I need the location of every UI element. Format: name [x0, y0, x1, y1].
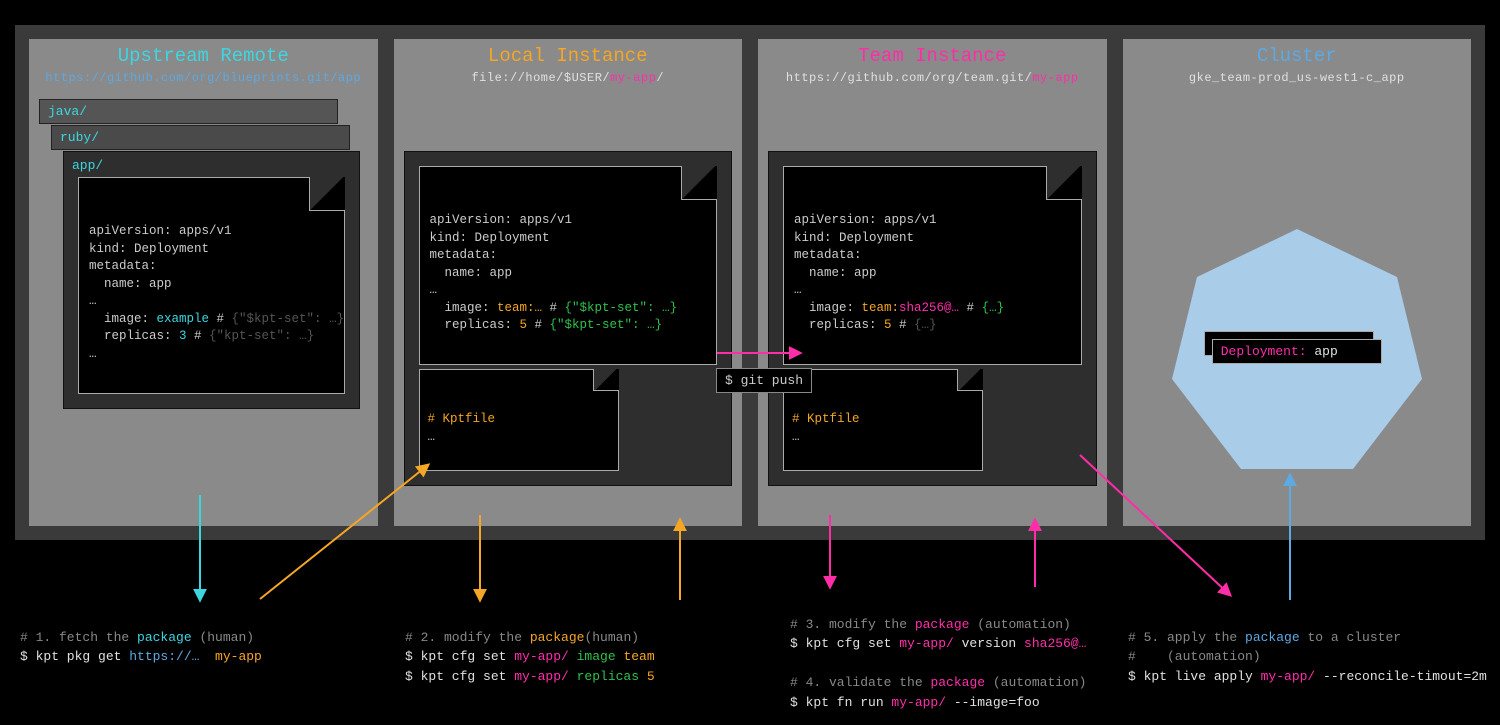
yaml-file-team: apiVersion: apps/v1 kind: Deployment met… [783, 166, 1082, 365]
page-fold-icon [957, 369, 983, 391]
panel-title: Team Instance [758, 45, 1107, 67]
page-fold-icon [593, 369, 619, 391]
yaml-file-upstream: apiVersion: apps/v1 kind: Deployment met… [78, 177, 345, 394]
git-push-label: $ git push [716, 368, 812, 393]
folder-team: apiVersion: apps/v1 kind: Deployment met… [768, 151, 1097, 486]
panel-subtitle: file://home/$USER/my-app/ [394, 71, 743, 85]
folder-stack: java/ ruby/ app/ apiVersion: apps/v1 kin… [39, 99, 368, 439]
folder-name: app/ [72, 158, 351, 173]
panel-title: Local Instance [394, 45, 743, 67]
panel-subtitle: https://github.com/org/blueprints.git/ap… [29, 71, 378, 85]
panel-team: Team Instance https://github.com/org/tea… [758, 39, 1107, 526]
panel-upstream: Upstream Remote https://github.com/org/b… [29, 39, 378, 526]
panel-header-cluster: Cluster gke_team-prod_us-west1-c_app [1123, 39, 1472, 91]
page-fold-icon [1046, 166, 1082, 200]
yaml-file-local: apiVersion: apps/v1 kind: Deployment met… [419, 166, 718, 365]
panel-title: Upstream Remote [29, 45, 378, 67]
panel-subtitle: gke_team-prod_us-west1-c_app [1123, 71, 1472, 85]
deployment-label: Deployment: app [1212, 339, 1382, 364]
diagram-row: Upstream Remote https://github.com/org/b… [15, 25, 1485, 540]
panel-subtitle: https://github.com/org/team.git/my-app [758, 71, 1107, 85]
page-fold-icon [309, 177, 345, 211]
layer-ruby: ruby/ [51, 125, 350, 150]
folder-app: app/ apiVersion: apps/v1 kind: Deploymen… [63, 151, 360, 409]
panel-title: Cluster [1123, 45, 1472, 67]
panel-header-team: Team Instance https://github.com/org/tea… [758, 39, 1107, 91]
panel-local: Local Instance file://home/$USER/my-app/… [394, 39, 743, 526]
command-block-5: # 5. apply the package to a cluster # (a… [1128, 608, 1487, 686]
panel-header-local: Local Instance file://home/$USER/my-app/ [394, 39, 743, 91]
command-block-3-4: # 3. modify the package (automation) $ k… [790, 595, 1086, 712]
layer-java: java/ [39, 99, 338, 124]
kptfile-local: # Kptfile … [419, 369, 619, 471]
command-block-2: # 2. modify the package(human) $ kpt cfg… [405, 608, 655, 686]
deployment-labels: Deployment: app [1212, 339, 1382, 364]
folder-local: apiVersion: apps/v1 kind: Deployment met… [404, 151, 733, 486]
command-block-1: # 1. fetch the package (human) $ kpt pkg… [20, 608, 262, 667]
panel-header-upstream: Upstream Remote https://github.com/org/b… [29, 39, 378, 91]
page-fold-icon [681, 166, 717, 200]
kptfile-team: # Kptfile … [783, 369, 983, 471]
panel-cluster: Cluster gke_team-prod_us-west1-c_app Dep… [1123, 39, 1472, 526]
